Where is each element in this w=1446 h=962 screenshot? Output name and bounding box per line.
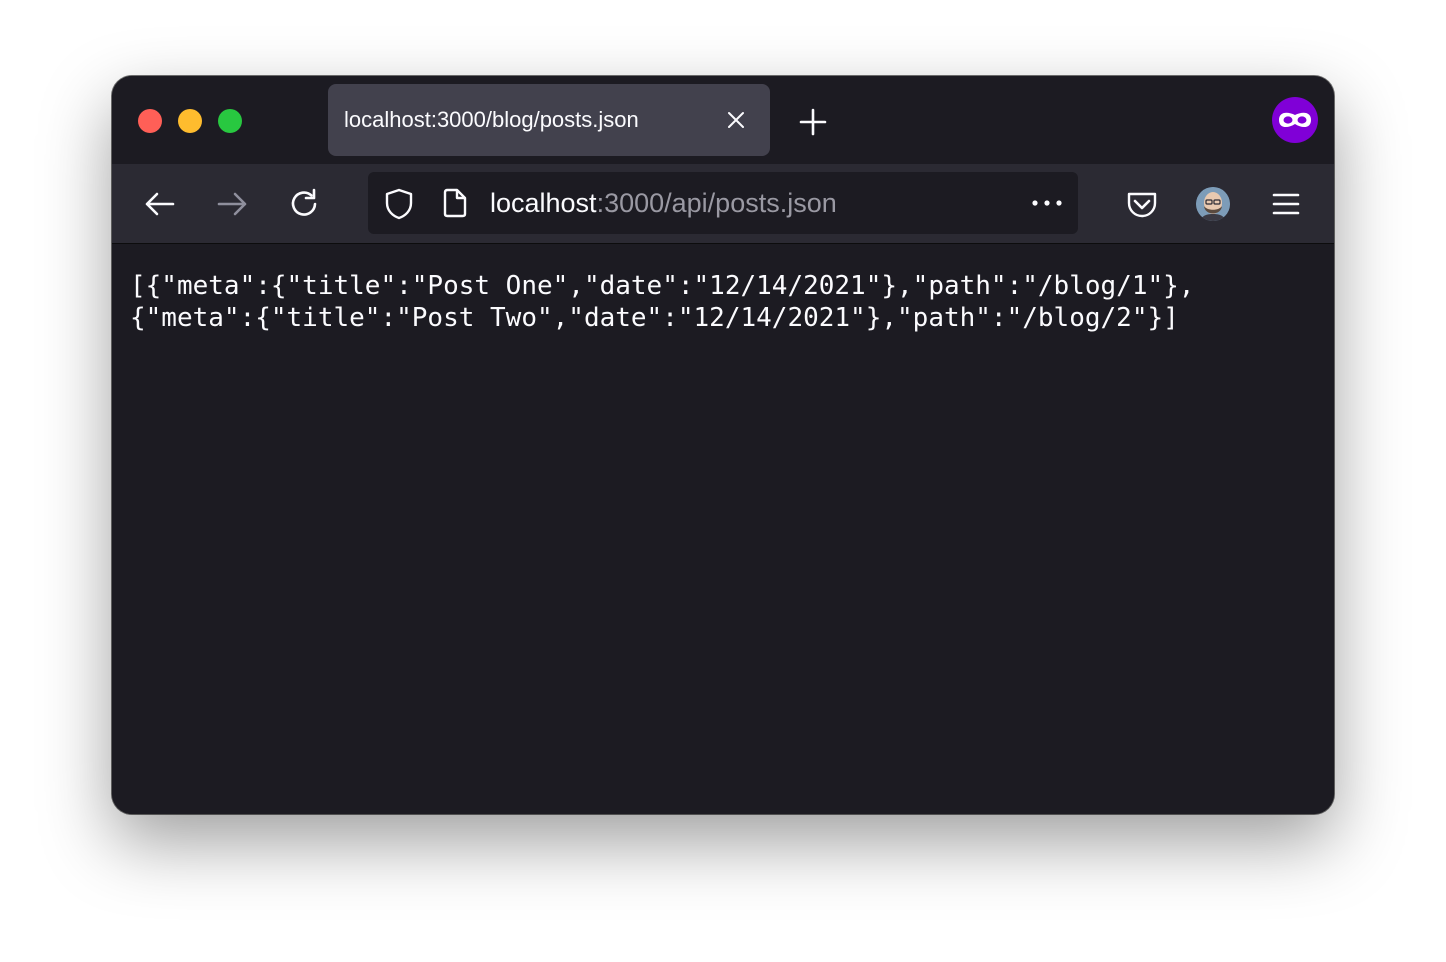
- url-text[interactable]: localhost:3000/api/posts.json: [490, 172, 837, 234]
- private-mask-icon[interactable]: [1272, 97, 1318, 143]
- browser-window: localhost:3000/blog/posts.json localhost…: [112, 76, 1334, 814]
- reload-icon[interactable]: [286, 186, 322, 222]
- window-maximize-button[interactable]: [218, 109, 242, 133]
- arrow-left-icon[interactable]: [142, 186, 178, 222]
- tab-title: localhost:3000/blog/posts.json: [344, 107, 639, 132]
- more-dots-icon[interactable]: [1030, 194, 1064, 212]
- tab-active[interactable]: localhost:3000/blog/posts.json: [328, 84, 770, 156]
- url-path: :3000/api/posts.json: [596, 188, 837, 218]
- arrow-right-icon[interactable]: [214, 186, 250, 222]
- avatar[interactable]: [1196, 187, 1230, 221]
- plus-icon[interactable]: [798, 107, 828, 137]
- url-bar[interactable]: localhost:3000/api/posts.json: [368, 172, 1078, 234]
- close-icon[interactable]: [724, 108, 748, 132]
- tab-strip: localhost:3000/blog/posts.json: [112, 76, 1334, 164]
- page-icon[interactable]: [442, 188, 468, 218]
- page-content: [{"meta":{"title":"Post One","date":"12/…: [112, 244, 1334, 814]
- raw-json-text: [{"meta":{"title":"Post One","date":"12/…: [130, 271, 1195, 333]
- shield-icon[interactable]: [384, 188, 414, 220]
- hamburger-menu-icon[interactable]: [1268, 186, 1304, 222]
- pocket-icon[interactable]: [1124, 186, 1160, 222]
- window-minimize-button[interactable]: [178, 109, 202, 133]
- window-close-button[interactable]: [138, 109, 162, 133]
- url-host: localhost: [490, 188, 597, 218]
- navigation-toolbar: localhost:3000/api/posts.json: [112, 164, 1334, 244]
